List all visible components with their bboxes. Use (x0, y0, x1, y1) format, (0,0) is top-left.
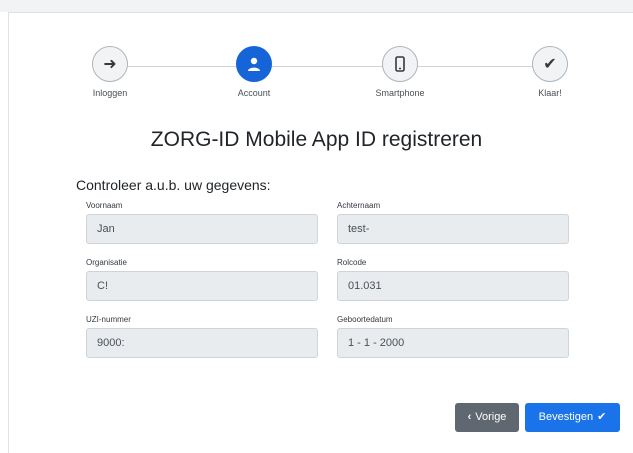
organisatie-field[interactable]: C! (86, 271, 318, 301)
voornaam-field[interactable]: Jan (86, 214, 318, 244)
field-label: Achternaam (337, 201, 381, 210)
uzi-nummer-field[interactable]: 9000: (86, 328, 318, 358)
field-voornaam: Voornaam Jan (86, 201, 318, 244)
rolcode-field[interactable]: 01.031 (337, 271, 569, 301)
previous-button-label: Vorige (475, 411, 507, 423)
step-account: Account (214, 46, 294, 98)
check-icon: ✔ (597, 411, 607, 423)
field-label: UZI-nummer (86, 315, 131, 324)
sign-in-icon: ➜ (92, 46, 128, 82)
step-connector (105, 66, 555, 67)
step-label: Smartphone (375, 88, 425, 98)
previous-button[interactable]: ‹ Vorige (455, 403, 519, 432)
confirm-button-label: Bevestigen (538, 411, 594, 423)
field-label: Organisatie (86, 258, 127, 267)
field-label: Rolcode (337, 258, 367, 267)
geboortedatum-field[interactable]: 1 - 1 - 2000 (337, 328, 569, 358)
field-organisatie: Organisatie C! (86, 258, 318, 301)
field-label: Geboortedatum (337, 315, 393, 324)
chevron-left-icon: ‹ (467, 411, 472, 423)
step-label: Account (237, 88, 271, 98)
achternaam-field[interactable]: test- (337, 214, 569, 244)
step-inloggen: ➜ Inloggen (70, 46, 150, 98)
confirm-button[interactable]: Bevestigen ✔ (525, 403, 620, 432)
user-icon (236, 46, 272, 82)
field-achternaam: Achternaam test- (337, 201, 569, 244)
progress-steps: ➜ Inloggen Account Smartphone ✔ Klaar! (70, 46, 590, 106)
field-uzi: UZI-nummer 9000: (86, 315, 318, 358)
smartphone-icon (382, 46, 418, 82)
form-subtitle: Controleer a.u.b. uw gegevens: (76, 177, 271, 193)
field-rolcode: Rolcode 01.031 (337, 258, 569, 301)
step-label: Klaar! (538, 88, 562, 98)
page-title: ZORG-ID Mobile App ID registreren (150, 128, 483, 151)
field-label: Voornaam (86, 201, 123, 210)
step-smartphone: Smartphone (360, 46, 440, 98)
field-geboortedatum: Geboortedatum 1 - 1 - 2000 (337, 315, 569, 358)
step-klaar: ✔ Klaar! (510, 46, 590, 98)
top-bar (0, 0, 633, 12)
check-icon: ✔ (532, 46, 568, 82)
step-label: Inloggen (92, 88, 128, 98)
